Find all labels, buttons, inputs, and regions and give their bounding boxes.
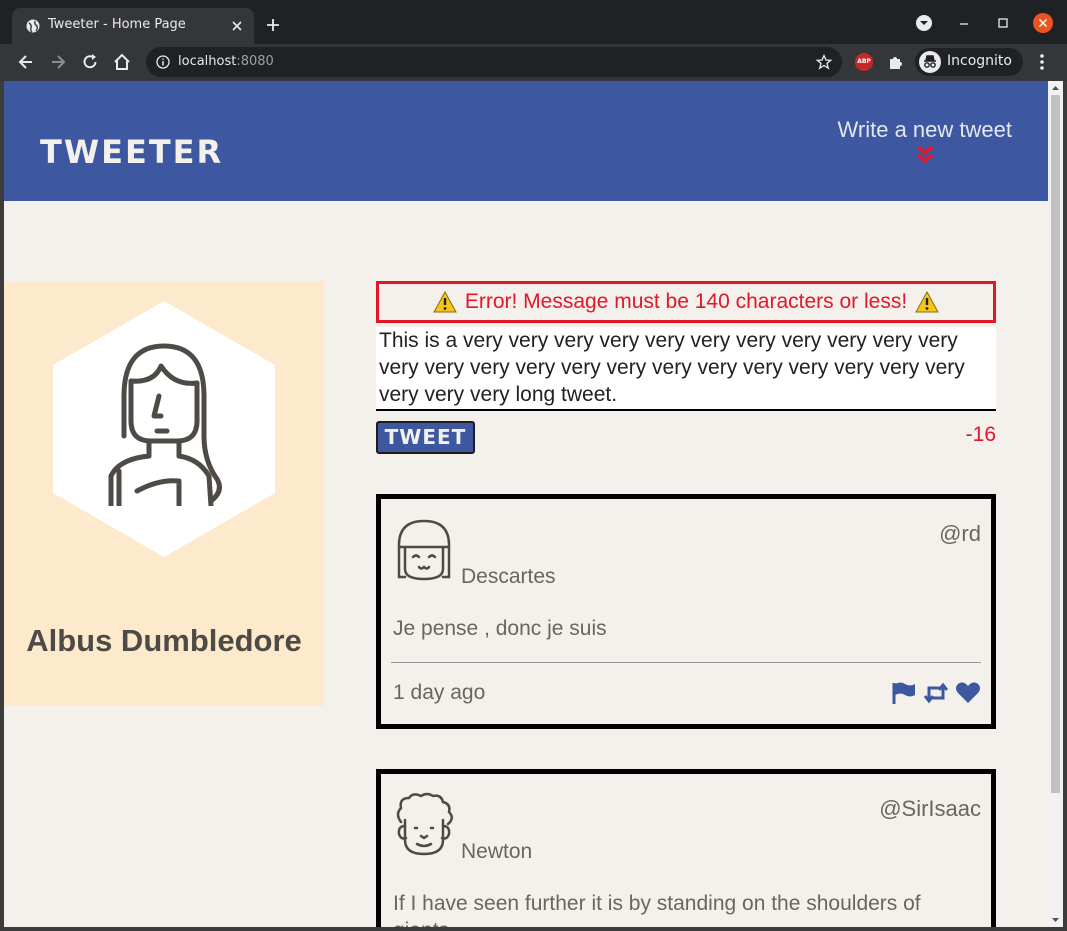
browser-menu-icon[interactable] [1034, 52, 1050, 72]
error-message: Error! Message must be 140 characters or… [376, 281, 996, 323]
profile-card: Albus Dumbledore [4, 281, 324, 706]
character-counter: -16 [965, 423, 996, 446]
page-viewport: TWEETER Write a new tweet Albus Dumbledo… [4, 81, 1048, 927]
incognito-label: Incognito [947, 53, 1012, 69]
tweet-card: @SirIsaac Newton If I have seen further … [376, 769, 996, 927]
tweet-submit-button[interactable]: TWEET [376, 421, 475, 454]
back-arrow-icon[interactable] [16, 52, 36, 72]
close-window-icon[interactable] [1032, 12, 1054, 34]
error-text: Error! Message must be 140 characters or… [464, 290, 908, 313]
warning-icon [915, 291, 940, 313]
flag-icon[interactable] [891, 681, 917, 705]
reload-icon[interactable] [80, 52, 100, 72]
address-bar[interactable]: localhost:8080 [146, 47, 842, 77]
browser-chrome: Tweeter - Home Page localhost:8080 ABP I… [0, 0, 1067, 81]
retweet-icon[interactable] [923, 681, 949, 705]
heart-icon[interactable] [955, 681, 981, 705]
browser-toolbar: localhost:8080 ABP Incognito [0, 44, 1067, 81]
tweet-author-name: Descartes [461, 565, 556, 588]
close-tab-icon[interactable] [228, 17, 246, 35]
scrollbar-thumb[interactable] [1051, 95, 1060, 793]
minimize-icon[interactable] [953, 12, 975, 34]
incognito-profile-button[interactable]: Incognito [915, 48, 1023, 76]
page-scrollbar[interactable] [1048, 81, 1063, 927]
tweet-timestamp: 1 day ago [393, 681, 486, 704]
tab-search-icon[interactable] [913, 12, 935, 34]
descartes-avatar-icon [397, 519, 451, 581]
scroll-down-arrow-icon[interactable] [1051, 915, 1060, 925]
forward-arrow-icon[interactable] [48, 52, 68, 72]
maximize-icon[interactable] [992, 12, 1014, 34]
site-header: TWEETER Write a new tweet [4, 81, 1048, 201]
tab-title: Tweeter - Home Page [48, 17, 186, 32]
incognito-icon [919, 51, 941, 73]
tweet-textarea[interactable]: This is a very very very very very very … [376, 327, 996, 411]
user-avatar-icon [108, 343, 222, 506]
newton-avatar-icon [396, 792, 453, 856]
tweet-handle: @rd [939, 521, 981, 546]
tweet-author-name: Newton [461, 840, 533, 863]
new-tab-icon[interactable] [264, 16, 282, 34]
profile-name: Albus Dumbledore [26, 623, 302, 658]
tweet-actions [891, 681, 981, 705]
brand-logo[interactable]: TWEETER [40, 133, 223, 171]
tweet-card: @rd Descartes Je pense , donc je suis 1 … [376, 494, 996, 729]
double-chevron-down-icon[interactable] [916, 145, 934, 165]
tab-strip: Tweeter - Home Page [0, 0, 1067, 44]
extensions-puzzle-icon[interactable] [886, 52, 906, 72]
home-icon[interactable] [112, 52, 132, 72]
url-text: localhost:8080 [178, 54, 274, 69]
globe-icon [26, 19, 40, 33]
write-new-tweet-link[interactable]: Write a new tweet [838, 117, 1012, 143]
adblock-extension-icon[interactable]: ABP [855, 53, 873, 71]
bookmark-star-icon[interactable] [816, 54, 832, 70]
info-icon[interactable] [156, 55, 170, 69]
browser-tab[interactable]: Tweeter - Home Page [12, 8, 254, 44]
url-port: :8080 [236, 54, 274, 69]
tweet-body: Je pense , donc je suis [393, 617, 607, 640]
url-host: localhost [178, 54, 237, 69]
tweet-divider [391, 662, 981, 663]
warning-icon [432, 291, 457, 313]
tweet-body: If I have seen further it is by standing… [393, 892, 921, 927]
tweet-handle: @SirIsaac [879, 796, 981, 821]
scroll-up-arrow-icon[interactable] [1051, 83, 1060, 93]
